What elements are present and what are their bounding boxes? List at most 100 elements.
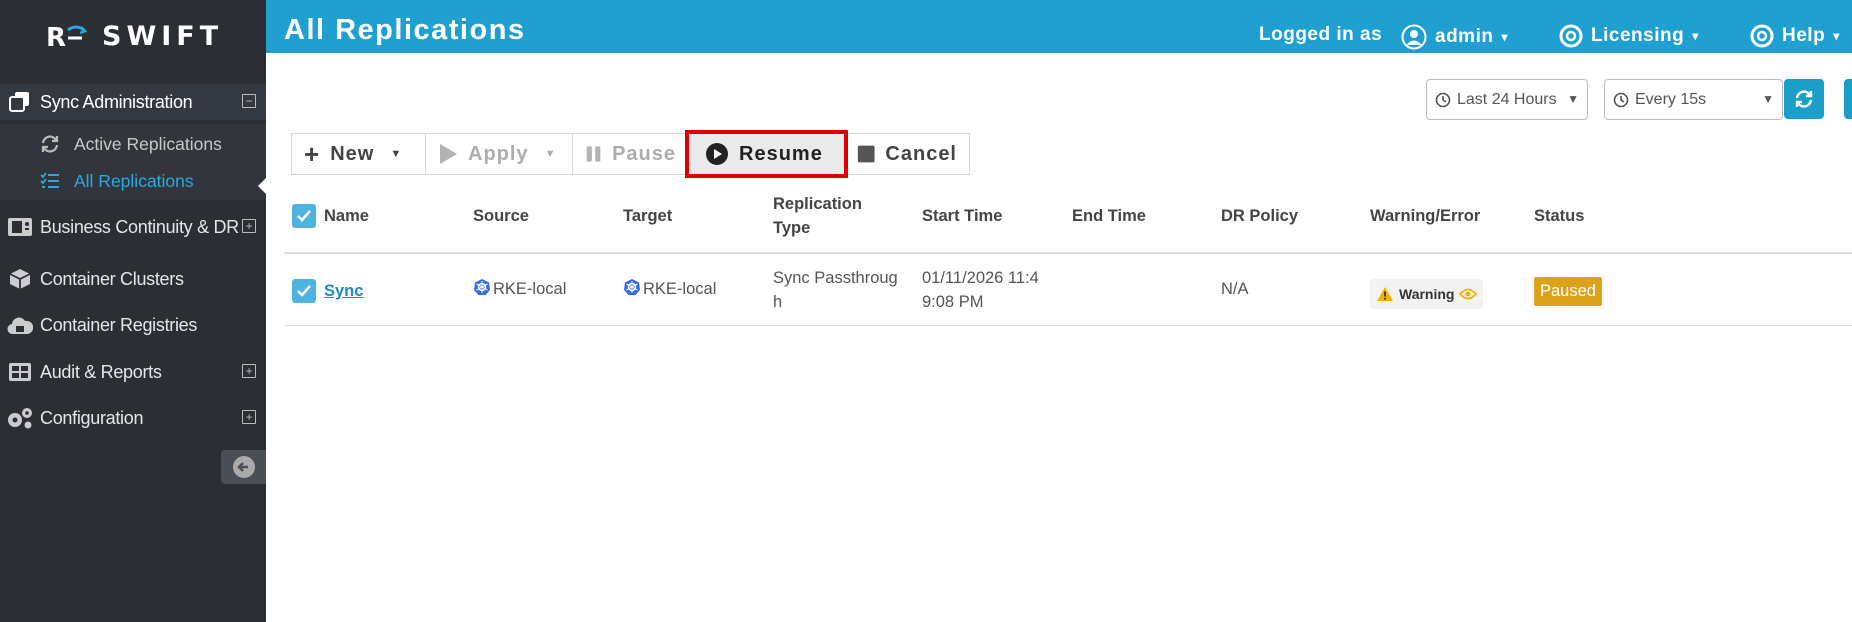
- apply-label: Apply: [468, 142, 529, 165]
- sidebar-item-label: Active Replications: [74, 133, 222, 154]
- expand-toggle-icon[interactable]: +: [242, 219, 256, 233]
- pause-button[interactable]: Pause: [572, 133, 689, 175]
- column-header-target[interactable]: Target: [623, 204, 672, 228]
- status-badge: Paused: [1534, 277, 1602, 306]
- refresh-icon: [1795, 90, 1813, 108]
- new-label: New: [330, 142, 375, 165]
- column-header-line: Replication: [773, 195, 862, 213]
- sidebar: R SWIFT Sync Administration − Active Rep…: [0, 0, 266, 622]
- row-name-link[interactable]: Sync: [324, 279, 363, 303]
- list-check-icon: [40, 172, 59, 188]
- chevron-down-icon: ▼: [1567, 92, 1579, 106]
- active-indicator: [258, 178, 266, 194]
- sidebar-item-audit-reports[interactable]: Audit & Reports +: [0, 354, 266, 390]
- chevron-down-icon: ▾: [1501, 30, 1508, 44]
- sidebar-item-sync-administration[interactable]: Sync Administration −: [0, 84, 266, 120]
- warning-triangle-icon: [1377, 287, 1393, 301]
- life-ring-icon: [1559, 24, 1583, 48]
- expand-toggle-icon[interactable]: +: [242, 364, 256, 378]
- app-root: R SWIFT Sync Administration − Active Rep…: [0, 0, 1852, 622]
- warning-label: Warning: [1399, 286, 1455, 302]
- column-header-line: Type: [773, 219, 811, 237]
- column-header-end-time[interactable]: End Time: [1072, 204, 1146, 228]
- cell-line: 9:08 PM: [922, 293, 984, 311]
- checkmark-icon: [297, 285, 311, 297]
- checkmark-icon: [297, 210, 311, 222]
- time-range-select[interactable]: Last 24 Hours ▼: [1426, 79, 1588, 120]
- sidebar-item-label: Business Continuity & DR: [40, 216, 239, 237]
- source-value: RKE-local: [493, 280, 567, 298]
- row-dr-policy: N/A: [1221, 280, 1249, 298]
- row-checkbox[interactable]: [292, 279, 316, 303]
- sidebar-item-container-registries[interactable]: Container Registries: [0, 307, 266, 343]
- apply-button[interactable]: Apply ▼: [425, 133, 573, 175]
- sidebar-item-label: All Replications: [74, 170, 194, 191]
- sidebar-item-label: Container Clusters: [40, 268, 184, 289]
- caret-down-icon: ▼: [390, 148, 403, 160]
- help-label: Help: [1782, 25, 1826, 46]
- pause-icon: [586, 146, 601, 162]
- play-icon: [440, 144, 457, 164]
- replication-name[interactable]: Sync: [324, 282, 363, 300]
- play-circle-icon: [706, 143, 728, 165]
- help-menu[interactable]: Help ▾: [1750, 24, 1840, 48]
- table-row[interactable]: Sync RKE-local RKE-local Sync Passthroug…: [284, 256, 1852, 326]
- clock-icon: [1613, 92, 1629, 107]
- resume-label: Resume: [739, 142, 823, 165]
- target-value: RKE-local: [643, 280, 717, 298]
- sidebar-item-label: Audit & Reports: [40, 361, 162, 382]
- overflow-button[interactable]: [1844, 79, 1852, 119]
- arrow-left-circle-icon: [232, 456, 255, 478]
- sidebar-item-all-replications[interactable]: All Replications: [40, 164, 194, 198]
- column-header-status[interactable]: Status: [1534, 204, 1584, 228]
- cloud-icon: [0, 315, 40, 335]
- column-header-source[interactable]: Source: [473, 204, 529, 228]
- column-header-start-time[interactable]: Start Time: [922, 204, 1002, 228]
- logged-in-label: Logged in as: [1259, 24, 1383, 45]
- collapse-toggle-icon[interactable]: −: [242, 94, 256, 108]
- cube-icon: [0, 268, 40, 290]
- row-start-time: 01/11/2026 11:4 9:08 PM: [922, 266, 1039, 314]
- cancel-button[interactable]: Cancel: [844, 133, 970, 175]
- user-name: admin: [1435, 26, 1494, 47]
- top-bar: All Replications Logged in as admin ▾ Li…: [266, 0, 1852, 53]
- sync-icon: [41, 135, 59, 153]
- resume-button[interactable]: Resume: [685, 130, 848, 178]
- refresh-interval-value: Every 15s: [1635, 90, 1707, 108]
- row-replication-type: Sync Passthroug h: [773, 266, 898, 314]
- column-header-warning-error[interactable]: Warning/Error: [1370, 204, 1480, 228]
- caret-down-icon: ▼: [544, 148, 557, 160]
- eye-icon[interactable]: [1459, 287, 1478, 301]
- svg-text:R: R: [46, 23, 66, 52]
- sidebar-item-business-continuity[interactable]: Business Continuity & DR +: [0, 209, 266, 245]
- expand-toggle-icon[interactable]: +: [242, 410, 256, 424]
- column-header-replication-type[interactable]: Replication Type: [773, 192, 862, 240]
- kubernetes-icon: [624, 279, 640, 295]
- new-button[interactable]: + New ▼: [291, 133, 426, 175]
- select-all-checkbox[interactable]: [292, 204, 316, 228]
- user-menu[interactable]: admin ▾: [1401, 24, 1508, 50]
- sidebar-item-label: Container Registries: [40, 314, 198, 335]
- column-header-dr-policy[interactable]: DR Policy: [1221, 204, 1298, 228]
- chevron-down-icon: ▾: [1833, 29, 1840, 43]
- table-icon: [0, 362, 40, 382]
- column-header-name[interactable]: Name: [324, 204, 369, 228]
- logo-mark-icon: R: [46, 23, 88, 52]
- history-icon: [1435, 92, 1451, 107]
- warning-badge[interactable]: Warning: [1370, 279, 1484, 309]
- refresh-interval-select[interactable]: Every 15s ▼: [1604, 79, 1783, 120]
- action-toolbar: + New ▼ Apply ▼ Pause Resume Cancel: [291, 130, 970, 178]
- refresh-button[interactable]: [1784, 79, 1824, 119]
- collapse-sidebar-button[interactable]: [221, 450, 266, 484]
- sidebar-item-active-replications[interactable]: Active Replications: [40, 127, 222, 161]
- sidebar-item-container-clusters[interactable]: Container Clusters: [0, 261, 266, 297]
- logo[interactable]: R SWIFT: [46, 18, 223, 54]
- licensing-menu[interactable]: Licensing ▾: [1559, 24, 1699, 48]
- plus-icon: +: [304, 138, 321, 169]
- row-source: RKE-local: [473, 277, 566, 301]
- page-title: All Replications: [284, 14, 526, 46]
- kubernetes-icon: [474, 279, 490, 295]
- stop-icon: [857, 145, 875, 163]
- cell-line: h: [773, 293, 783, 311]
- sidebar-item-configuration[interactable]: Configuration +: [0, 400, 266, 436]
